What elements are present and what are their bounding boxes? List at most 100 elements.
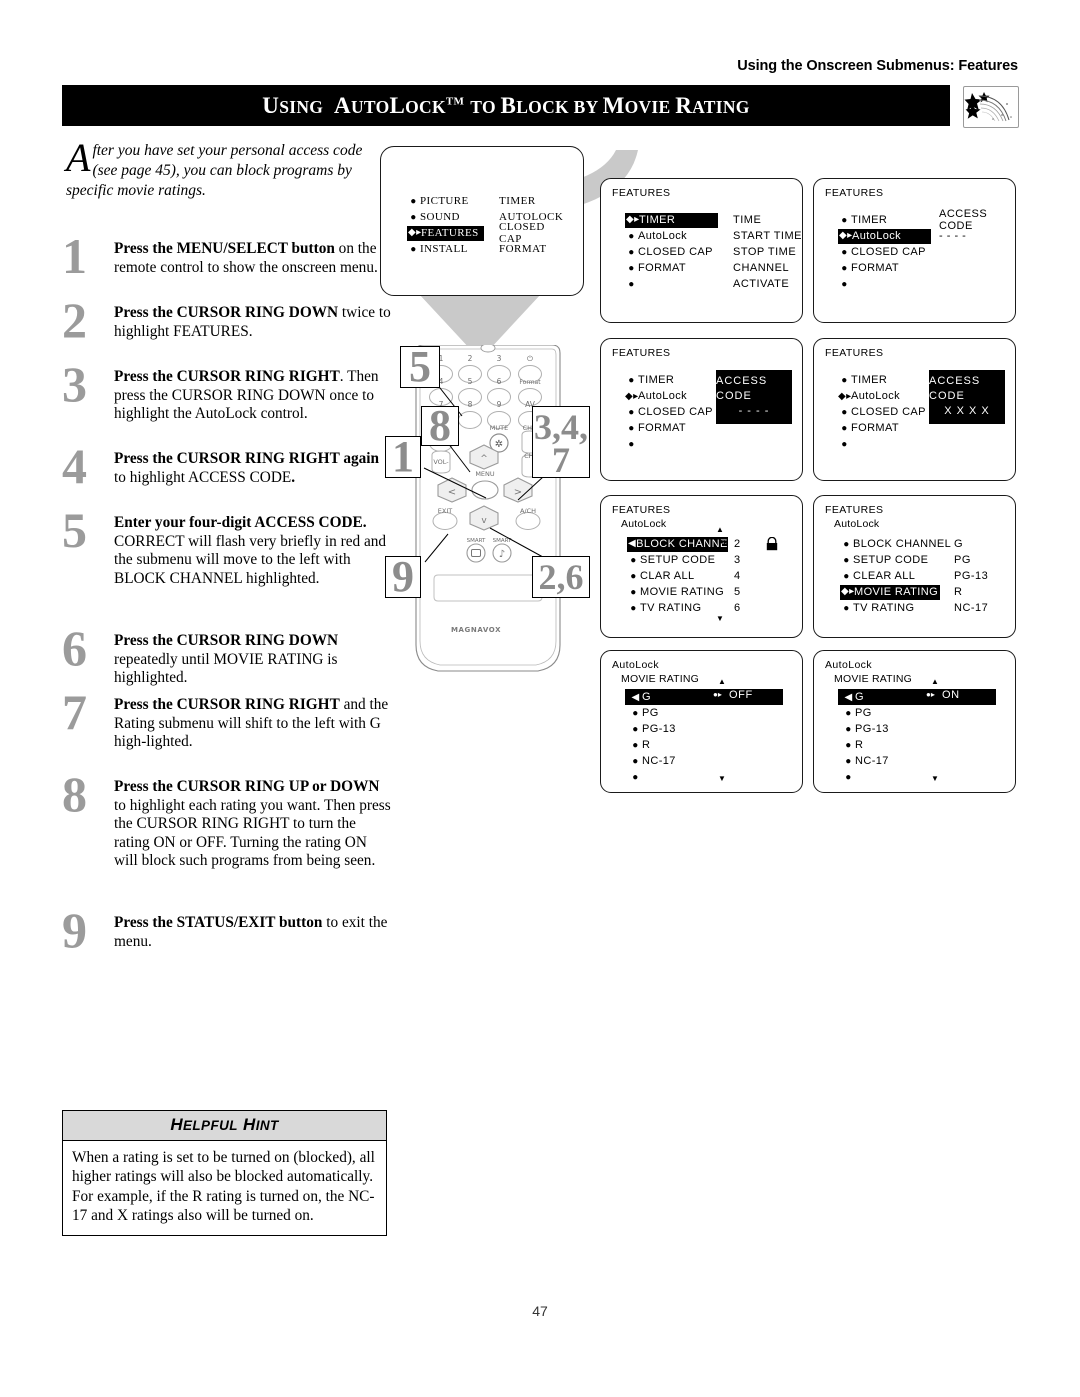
- helpful-hint-body: When a rating is set to be turned on (bl…: [72, 1149, 375, 1225]
- nav-updown-icon: ◆▸: [841, 586, 855, 597]
- tv-menu-item: ● SOUND: [407, 209, 484, 225]
- tv-menu-item: ● INSTALL: [407, 241, 484, 257]
- osd-item-label: CLOSED CAP: [638, 246, 713, 258]
- bullet-icon: ●: [841, 438, 848, 450]
- osd-item-label: FORMAT: [851, 262, 900, 274]
- osd-access-code-box: ACCESS CODE X X X X: [929, 370, 1005, 424]
- osd-item-label: MOVIE RATING: [640, 586, 725, 598]
- callout-8: 8: [421, 404, 459, 448]
- osd-item: ● CLOSED CAP: [625, 244, 718, 260]
- tv-menu-item-label: FEATURES: [421, 226, 479, 239]
- bullet-icon: ●: [628, 406, 635, 418]
- bullet-icon: ●: [841, 406, 848, 418]
- nav-updown-icon: ◆▸: [839, 230, 853, 241]
- osd-right-column: TIME START TIME STOP TIME CHANNEL ACTIVA…: [733, 212, 802, 292]
- step-text: Press the CURSOR RING DOWN repeatedly un…: [114, 632, 339, 687]
- bullet-icon: ●: [841, 262, 848, 274]
- step-item: 1 Press the MENU/SELECT button on the re…: [62, 231, 392, 298]
- osd-panel-movie-rating-on: AutoLock MOVIE RATING ▲ ◀ G ● PG ● PG-13 ● R…: [813, 650, 1016, 793]
- osd-item-label: FORMAT: [638, 422, 687, 434]
- step-number: 8: [62, 766, 87, 822]
- osd-item: ● NC-17: [842, 753, 889, 769]
- arrow-left-icon: ◀: [844, 691, 853, 703]
- svg-text:8: 8: [468, 400, 473, 409]
- osd-item: ● MOVIE RATING: [627, 584, 728, 600]
- osd-item-label: R: [642, 739, 651, 751]
- scroll-down-icon: ▼: [716, 614, 724, 623]
- osd-left-column: ◆▸ TIMER ● AutoLock ● CLOSED CAP ● FORMAT ●: [625, 212, 718, 292]
- osd-item: ● CLEAR ALL: [840, 568, 951, 584]
- osd-item-selected: ◀ G: [629, 689, 676, 705]
- osd-item-label: TIMER: [639, 213, 676, 226]
- tv-menu-value: CLOSED CAP: [499, 221, 545, 245]
- osd-access-code-value: X X X X: [944, 405, 990, 417]
- osd-item: ● AutoLock: [625, 228, 718, 244]
- osd-panel-access-code-filled: FEATURES ● TIMER ◆▸ AutoLock ● CLOSED CAP ●…: [813, 338, 1016, 481]
- osd-panel-autolock-block-channel: FEATURES AutoLock ▲ ◀ BLOCK CHANNEL ● SETU…: [600, 495, 803, 638]
- step-text: Press the CURSOR RING RIGHT. Then press …: [114, 368, 379, 423]
- arrow-left-icon: ◀: [631, 691, 640, 703]
- osd-item-label: FORMAT: [638, 262, 687, 274]
- step-item: 9 Press the STATUS/EXIT button to exit t…: [62, 905, 392, 955]
- osd-item-label: TV RATING: [853, 602, 915, 614]
- tv-menu-item: ● PICTURE: [407, 193, 484, 209]
- svg-text:SMART: SMART: [493, 538, 512, 544]
- osd-item-label: AutoLock: [638, 230, 688, 242]
- osd-item-label: CLOSED CAP: [851, 246, 926, 258]
- osd-left-column: ◀ G ● PG ● PG-13 ● R ● NC-17 ●: [842, 689, 889, 785]
- osd-access-code-box: ACCESS CODE - - - -: [716, 370, 792, 424]
- svg-text:>: >: [514, 487, 522, 498]
- arrow-left-icon: ◀: [628, 538, 637, 549]
- svg-text:5: 5: [468, 377, 473, 386]
- osd-item-label: SETUP CODE: [640, 554, 716, 566]
- osd-item: ◆▸ AutoLock: [838, 388, 926, 404]
- osd-item-label: TIMER: [638, 374, 675, 386]
- osd-panel-features-autolock: FEATURES ● TIMER ◆▸ AutoLock ● CLOSED CAP ●…: [813, 178, 1016, 323]
- osd-access-code-label: ACCESS CODE: [716, 375, 768, 402]
- bullet-icon: ●: [632, 723, 639, 735]
- osd-rating-value: ON: [942, 689, 960, 701]
- scroll-up-icon: ▲: [718, 677, 726, 686]
- osd-item-label: CLAR ALL: [640, 570, 695, 582]
- padlock-icon: [766, 537, 778, 551]
- osd-item: ● PG-13: [629, 721, 676, 737]
- step-number: 2: [62, 292, 87, 348]
- osd-item-selected: ◀ G: [842, 689, 889, 705]
- callout-9: 9: [385, 555, 421, 599]
- osd-value: PG: [954, 554, 971, 566]
- osd-item: ● CLAR ALL: [627, 568, 728, 584]
- osd-item: ● TV RATING: [627, 600, 728, 616]
- osd-value: 5: [734, 586, 741, 598]
- osd-item-selected: ◆▸ AutoLock: [838, 228, 931, 244]
- osd-item-label: AutoLock: [852, 229, 902, 242]
- step-number: 1: [62, 228, 87, 284]
- bullet-icon: ●: [841, 422, 848, 434]
- osd-item: ● R: [629, 737, 676, 753]
- step-item: 7 Press the CURSOR RING RIGHT and the Ra…: [62, 687, 392, 772]
- osd-value-access-code-label: ACCESS CODE: [939, 208, 988, 232]
- step-item: 2 Press the CURSOR RING DOWN twice to hi…: [62, 295, 392, 362]
- shooting-stars-logo-icon: [963, 86, 1019, 128]
- bullet-icon: ●: [630, 602, 637, 614]
- osd-item: ●: [842, 769, 889, 785]
- scroll-up-icon: ▲: [931, 677, 939, 686]
- running-head: Using the Onscreen Submenus: Features: [737, 58, 1018, 74]
- bullet-icon: ●: [632, 707, 639, 719]
- svg-text:✲: ✲: [495, 439, 503, 450]
- osd-item: ● TIMER: [838, 212, 931, 228]
- osd-access-code-value: - - - -: [738, 405, 770, 417]
- osd-item: ● FORMAT: [625, 260, 718, 276]
- osd-item: ● CLOSED CAP: [838, 404, 926, 420]
- step-text: Press the CURSOR RING DOWN twice to high…: [114, 304, 391, 340]
- bullet-icon: ●: [632, 755, 639, 767]
- bullet-icon: ●: [630, 570, 637, 582]
- svg-text:Format: Format: [519, 379, 541, 386]
- highlight-band: ◆▸ TIMER: [625, 212, 718, 228]
- step-text: Press the CURSOR RING RIGHT again to hig…: [114, 450, 380, 486]
- osd-value: G: [954, 538, 964, 550]
- osd-item-label: AutoLock: [638, 390, 688, 402]
- scroll-up-icon: ▲: [716, 525, 724, 534]
- tv-menu-right-column: TIMER AUTOLOCK CLOSED CAP FORMAT: [499, 193, 563, 257]
- step-number: 3: [62, 356, 87, 412]
- step-number: 7: [62, 684, 87, 740]
